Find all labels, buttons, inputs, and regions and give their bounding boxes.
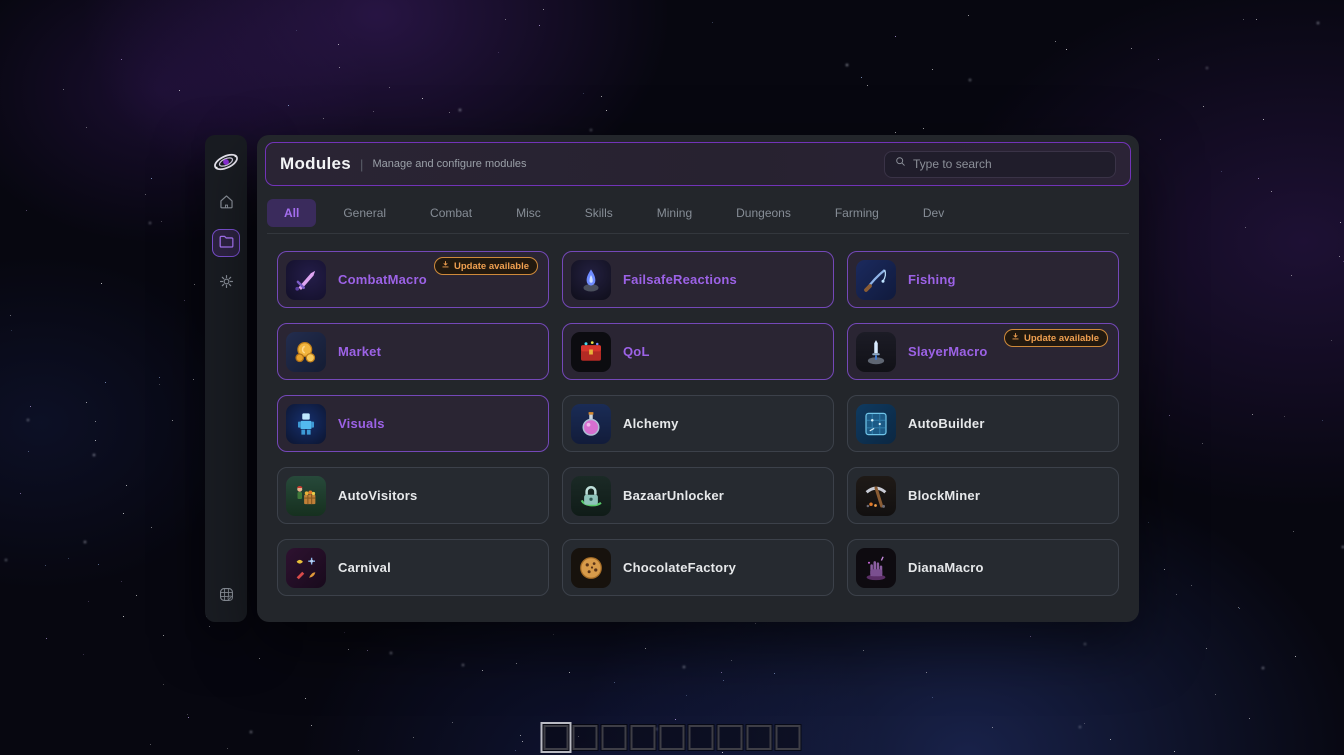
cookie-icon	[571, 548, 611, 588]
module-card-qol[interactable]: QoL Update available	[562, 323, 834, 380]
module-name: AutoBuilder	[908, 416, 985, 431]
module-name: FailsafeReactions	[623, 272, 737, 287]
panel-header: Modules | Manage and configure modules	[265, 142, 1131, 186]
module-name: Alchemy	[623, 416, 679, 431]
update-badge[interactable]: Update available	[1004, 329, 1108, 347]
hotbar-slot-9[interactable]	[776, 725, 801, 750]
tab-dungeons[interactable]: Dungeons	[719, 199, 808, 227]
tab-combat[interactable]: Combat	[413, 199, 489, 227]
sidebar-item-settings[interactable]	[212, 269, 240, 297]
module-card-slayermacro[interactable]: SlayerMacro Update available	[847, 323, 1119, 380]
armor-icon	[286, 404, 326, 444]
folder-icon	[217, 232, 236, 254]
hand-icon	[856, 548, 896, 588]
search-box[interactable]	[884, 151, 1116, 178]
update-badge-label: Update available	[1024, 333, 1099, 344]
tab-mining[interactable]: Mining	[640, 199, 709, 227]
galaxy-icon	[211, 147, 241, 177]
hotbar-slot-3[interactable]	[602, 725, 627, 750]
page-title: Modules	[280, 154, 351, 174]
module-name: DianaMacro	[908, 560, 984, 575]
sword-icon	[286, 260, 326, 300]
module-card-autovisitors[interactable]: AutoVisitors Update available	[277, 467, 549, 524]
module-card-chocolatefactory[interactable]: ChocolateFactory Update available	[562, 539, 834, 596]
flame-icon	[571, 260, 611, 300]
update-badge[interactable]: Update available	[434, 257, 538, 275]
hotbar-slot-1[interactable]	[544, 725, 569, 750]
module-card-visuals[interactable]: Visuals Update available	[277, 395, 549, 452]
potion-icon	[571, 404, 611, 444]
module-card-bazaarunlocker[interactable]: BazaarUnlocker Update available	[562, 467, 834, 524]
search-input[interactable]	[913, 157, 1106, 171]
hotbar-slot-8[interactable]	[747, 725, 772, 750]
hotbar-slot-6[interactable]	[689, 725, 714, 750]
title-separator: |	[360, 157, 363, 172]
category-tabs: All General Combat Misc Skills Mining Dungeons…	[267, 198, 1129, 234]
carnival-icon	[286, 548, 326, 588]
tab-all[interactable]: All	[267, 199, 316, 227]
module-name: AutoVisitors	[338, 488, 417, 503]
pickaxe-icon	[856, 476, 896, 516]
gear-icon	[217, 272, 236, 294]
download-icon	[1011, 332, 1020, 344]
module-name: ChocolateFactory	[623, 560, 736, 575]
sidebar-item-web[interactable]	[212, 582, 240, 610]
module-card-market[interactable]: Market Update available	[277, 323, 549, 380]
module-name: Carnival	[338, 560, 391, 575]
tab-farming[interactable]: Farming	[818, 199, 896, 227]
blueprint-icon	[856, 404, 896, 444]
module-name: QoL	[623, 344, 650, 359]
tab-skills[interactable]: Skills	[568, 199, 630, 227]
search-icon	[894, 155, 907, 173]
page-subtitle: Manage and configure modules	[372, 158, 526, 170]
lock-icon	[571, 476, 611, 516]
coins-icon	[286, 332, 326, 372]
fishing-rod-icon	[856, 260, 896, 300]
tab-misc[interactable]: Misc	[499, 199, 558, 227]
home-icon	[217, 192, 236, 214]
hotbar	[544, 725, 801, 750]
tab-dev[interactable]: Dev	[906, 199, 961, 227]
starfield-bright	[0, 0, 2, 2]
farmer-icon	[286, 476, 326, 516]
update-badge-label: Update available	[454, 261, 529, 272]
module-name: BazaarUnlocker	[623, 488, 724, 503]
module-name: SlayerMacro	[908, 344, 988, 359]
tab-general[interactable]: General	[326, 199, 403, 227]
hotbar-slot-7[interactable]	[718, 725, 743, 750]
module-name: Fishing	[908, 272, 956, 287]
download-icon	[441, 260, 450, 272]
module-name: Visuals	[338, 416, 385, 431]
sidebar-item-home[interactable]	[212, 189, 240, 217]
sidebar-item-modules[interactable]	[212, 229, 240, 257]
hotbar-slot-4[interactable]	[631, 725, 656, 750]
hotbar-slot-5[interactable]	[660, 725, 685, 750]
module-card-dianamacro[interactable]: DianaMacro Update available	[847, 539, 1119, 596]
module-card-autobuilder[interactable]: AutoBuilder Update available	[847, 395, 1119, 452]
sword-stone-icon	[856, 332, 896, 372]
module-name: CombatMacro	[338, 272, 427, 287]
module-card-fishing[interactable]: Fishing Update available	[847, 251, 1119, 308]
module-card-combatmacro[interactable]: CombatMacro Update available	[277, 251, 549, 308]
grid-globe-icon	[217, 585, 236, 607]
hotbar-slot-2[interactable]	[573, 725, 598, 750]
module-name: BlockMiner	[908, 488, 980, 503]
sidebar	[205, 135, 247, 622]
module-grid: CombatMacro Update available FailsafeRea…	[277, 251, 1119, 596]
module-card-blockminer[interactable]: BlockMiner Update available	[847, 467, 1119, 524]
chest-icon	[571, 332, 611, 372]
modules-panel: Modules | Manage and configure modules A…	[257, 135, 1139, 622]
module-name: Market	[338, 344, 381, 359]
module-card-alchemy[interactable]: Alchemy Update available	[562, 395, 834, 452]
module-card-failsafereactions[interactable]: FailsafeReactions Update available	[562, 251, 834, 308]
module-card-carnival[interactable]: Carnival Update available	[277, 539, 549, 596]
